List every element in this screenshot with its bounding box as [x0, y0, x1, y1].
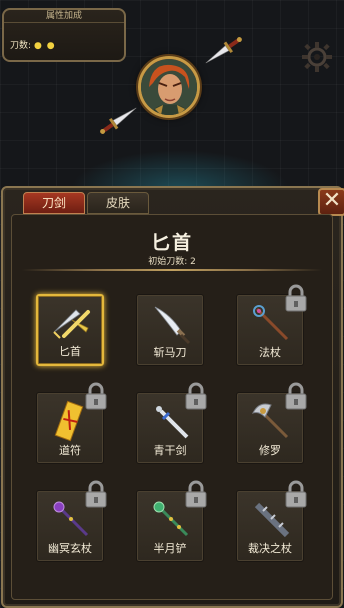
weapon-slot-saber[interactable]: 斩马刀: [136, 294, 204, 366]
weapon-slot-label: 幽冥玄杖: [48, 542, 92, 555]
stats-bonus-panel: 属性加成 刀数: ● ●: [2, 8, 126, 62]
orbiting-dagger-icon: [205, 37, 242, 64]
knife-count-line: 刀数: ● ●: [10, 38, 56, 51]
tab-skins[interactable]: 皮肤: [87, 192, 149, 214]
dagger-icon: [53, 309, 90, 339]
hero-avatar: [138, 56, 200, 118]
weapon-slot-label: 半月铲: [153, 542, 187, 555]
title-divider: [22, 269, 322, 271]
lock-icon: [285, 480, 307, 508]
hero-portrait-icon: [141, 59, 197, 115]
weapon-slot-label: 斩马刀: [153, 346, 187, 359]
weapon-slot-label: 青干剑: [153, 444, 187, 457]
lock-icon: [285, 284, 307, 312]
orbiting-dagger-icon: [100, 107, 137, 134]
saber-icon: [154, 306, 191, 345]
weapon-slot-shura[interactable]: 修罗: [236, 382, 307, 464]
stats-bonus-title: 属性加成: [4, 9, 124, 23]
weapon-slot-crescent-spade[interactable]: 半月铲: [136, 480, 207, 562]
selected-weapon-initial-count: 初始刀数: 2: [148, 257, 196, 267]
weapon-slot-judgement-staff[interactable]: 裁决之杖: [236, 480, 307, 562]
weapon-slot-label: 法杖: [259, 346, 281, 359]
weapon-slot-staff[interactable]: 法杖: [236, 284, 307, 366]
weapon-slot-label: 道符: [59, 444, 81, 457]
tab-weapons[interactable]: 刀剑: [23, 192, 85, 214]
lock-icon: [85, 382, 107, 410]
lock-icon: [85, 480, 107, 508]
lock-icon: [185, 480, 207, 508]
weapon-slot-qinggan-sword[interactable]: 青干剑: [136, 382, 207, 464]
weapon-slot-label: 修罗: [259, 444, 281, 457]
lock-icon: [185, 382, 207, 410]
close-button[interactable]: ✕: [318, 188, 344, 216]
weapon-slot-dagger[interactable]: 匕首: [36, 294, 104, 366]
knife-count-dots: ● ●: [34, 41, 56, 51]
lock-icon: [285, 382, 307, 410]
gear-icon[interactable]: [300, 40, 334, 74]
weapon-slot-talisman[interactable]: 道符: [36, 382, 107, 464]
weapon-slot-label: 裁决之杖: [248, 542, 292, 555]
weapon-slot-youming-staff[interactable]: 幽冥玄杖: [36, 480, 107, 562]
selected-weapon-name: 匕首: [150, 232, 193, 254]
knife-count-label: 刀数:: [10, 41, 32, 51]
weapon-slot-label: 匕首: [59, 345, 81, 358]
